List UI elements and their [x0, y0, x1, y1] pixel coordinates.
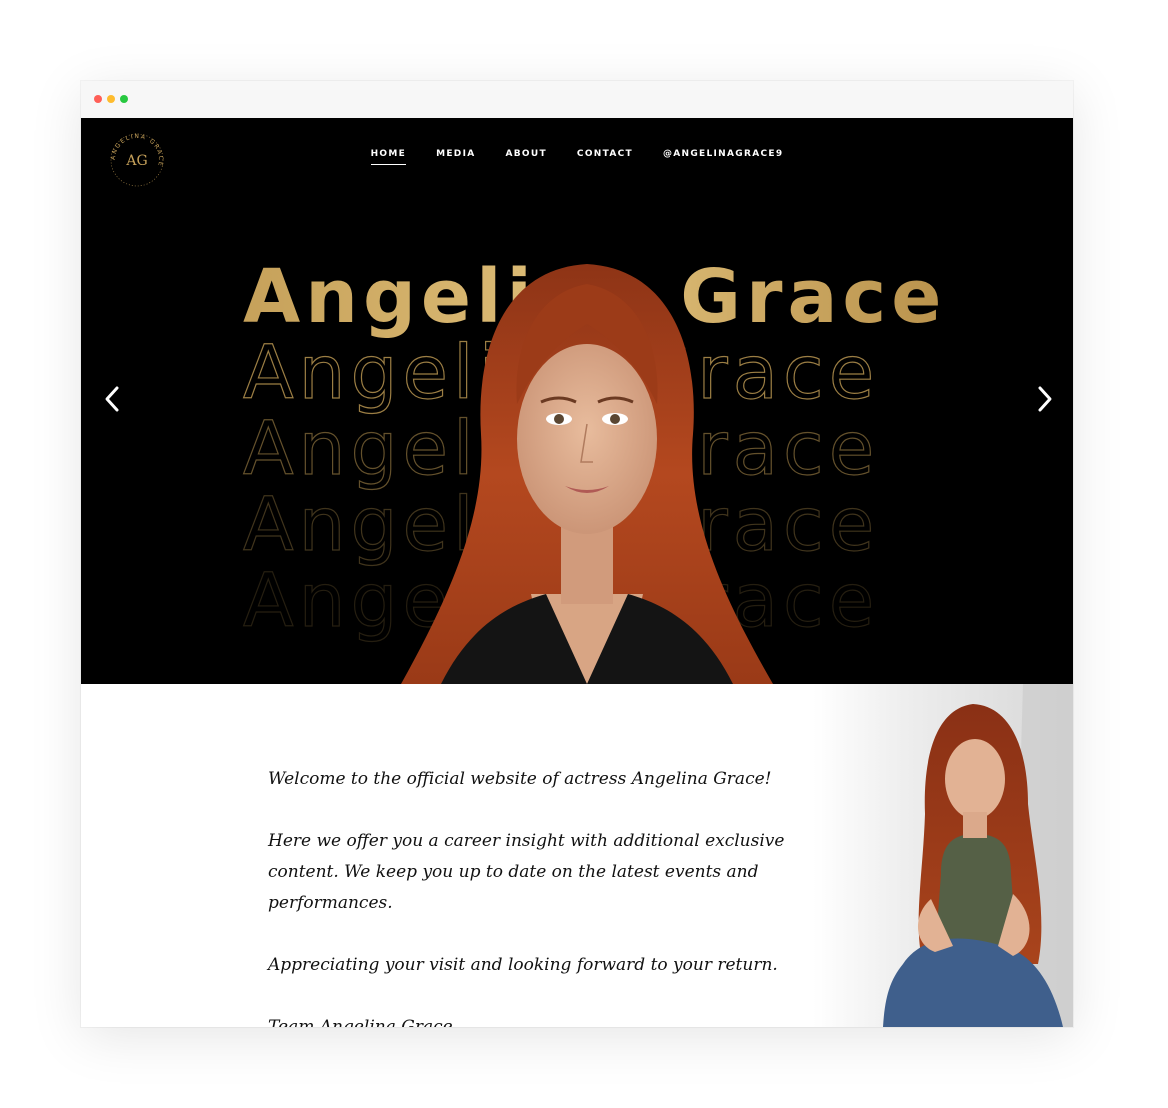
side-portrait-image — [813, 684, 1073, 1027]
welcome-paragraph: Here we offer you a career insight with … — [268, 831, 785, 913]
welcome-text: Welcome to the official website of actre… — [268, 764, 828, 1027]
main-nav: HOME MEDIA ABOUT CONTACT @ANGELINAGRACE9 — [81, 149, 1073, 165]
chevron-right-icon[interactable] — [1032, 384, 1056, 414]
nav-item-about[interactable]: ABOUT — [505, 149, 546, 164]
close-window-button[interactable] — [94, 95, 102, 103]
welcome-signature: Team Angelina Grace — [268, 1017, 453, 1027]
maximize-window-button[interactable] — [120, 95, 128, 103]
minimize-window-button[interactable] — [107, 95, 115, 103]
chevron-left-icon[interactable] — [101, 384, 125, 414]
nav-item-instagram[interactable]: @ANGELINAGRACE9 — [663, 149, 783, 164]
nav-item-contact[interactable]: CONTACT — [577, 149, 633, 164]
welcome-paragraph: Welcome to the official website of actre… — [268, 769, 772, 789]
welcome-section: Welcome to the official website of actre… — [81, 684, 1073, 1027]
hero-section: ANGELINA GRACE AG HOME MEDIA ABOUT CONTACT @… — [81, 118, 1073, 684]
browser-titlebar — [81, 81, 1073, 119]
nav-item-home[interactable]: HOME — [370, 149, 407, 165]
browser-window: ANGELINA GRACE AG HOME MEDIA ABOUT CONTACT @… — [81, 81, 1073, 1027]
welcome-paragraph: Appreciating your visit and looking forw… — [268, 955, 778, 975]
hero-portrait-image — [401, 264, 773, 684]
nav-item-media[interactable]: MEDIA — [436, 149, 475, 164]
